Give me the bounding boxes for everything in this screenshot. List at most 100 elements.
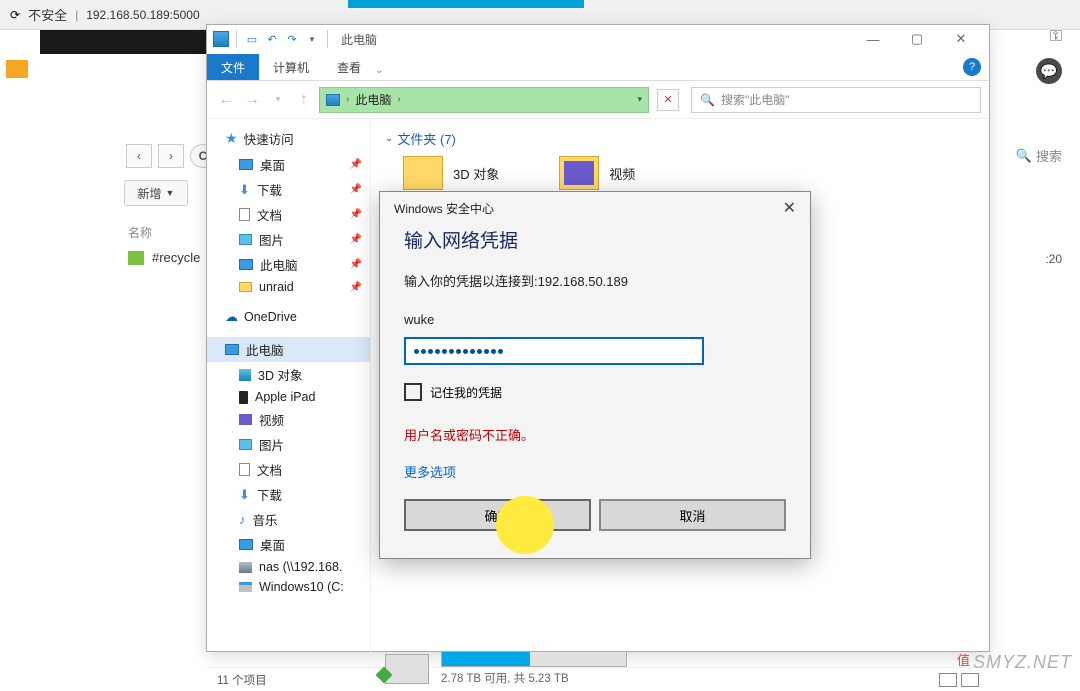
recycle-item[interactable]: #recycle: [128, 250, 200, 265]
sidebar-thispc-pin[interactable]: 此电脑📌: [207, 252, 370, 277]
sidebar-pictures-2[interactable]: 图片: [207, 432, 370, 457]
address-clear-button[interactable]: ✕: [657, 89, 679, 111]
sidebar-windows-c[interactable]: Windows10 (C:: [207, 577, 370, 597]
remember-label: 记住我的凭据: [430, 384, 502, 401]
drive-icon: [385, 654, 429, 684]
pictures-icon: [239, 439, 252, 450]
ribbon: 文件 计算机 查看 ⌄ ?: [207, 53, 989, 81]
explorer-search[interactable]: 🔍 搜索"此电脑": [691, 87, 981, 113]
sidebar-videos[interactable]: 视频: [207, 407, 370, 432]
network-drive-icon: [239, 562, 252, 573]
pin-icon: 📌: [350, 282, 362, 293]
pin-icon: 📌: [350, 259, 362, 270]
search-icon: 🔍: [700, 93, 715, 107]
qat-undo-icon[interactable]: ↶: [264, 31, 280, 47]
3d-icon: [239, 369, 251, 381]
view-details-icon[interactable]: [939, 673, 957, 687]
download-icon: ⬇: [239, 182, 250, 198]
window-title: 此电脑: [341, 31, 377, 48]
qat-redo-icon[interactable]: ↷: [284, 31, 300, 47]
nav-recent-icon[interactable]: ▾: [267, 89, 289, 111]
sidebar-desktop[interactable]: 桌面📌: [207, 152, 370, 177]
qat-props-icon[interactable]: ▭: [244, 31, 260, 47]
key-icon[interactable]: ⚿: [1050, 28, 1062, 46]
reload-icon[interactable]: ⟳: [10, 8, 20, 22]
pin-icon: 📌: [350, 184, 362, 195]
view-large-icon[interactable]: [961, 673, 979, 687]
new-button[interactable]: 新增▼: [124, 180, 188, 206]
ribbon-expand-icon[interactable]: ⌄: [375, 65, 383, 76]
sidebar-apple-ipad[interactable]: Apple iPad: [207, 387, 370, 407]
ipad-icon: [239, 391, 248, 404]
video-icon: [239, 414, 252, 425]
cloud-icon: ☁: [225, 309, 238, 325]
dialog-close-button[interactable]: ✕: [783, 198, 796, 218]
folder-videos[interactable]: 视频: [559, 156, 635, 190]
folder-icon[interactable]: [6, 60, 28, 78]
sidebar-documents[interactable]: 文档📌: [207, 202, 370, 227]
bg-search[interactable]: 🔍搜索: [1016, 146, 1062, 165]
addr-chevron-down-icon[interactable]: ▾: [637, 94, 642, 105]
sidebar-documents-2[interactable]: 文档: [207, 457, 370, 482]
drive-item[interactable]: 2.78 TB 可用, 共 5.23 TB: [385, 651, 627, 686]
search-icon: 🔍: [1016, 148, 1032, 164]
nav-back-icon[interactable]: ←: [215, 89, 237, 111]
title-bar[interactable]: ▭ ↶ ↷ ▼ 此电脑 — ▢ ✕: [207, 25, 989, 53]
sidebar-desktop-2[interactable]: 桌面: [207, 532, 370, 557]
password-dots: [414, 349, 503, 354]
folder-3d-objects[interactable]: 3D 对象: [403, 156, 499, 190]
ribbon-view-tab[interactable]: 查看: [323, 54, 375, 80]
star-icon: ★: [225, 130, 238, 147]
back-button[interactable]: ‹: [126, 144, 152, 168]
forward-button[interactable]: ›: [158, 144, 184, 168]
dialog-heading: 输入网络凭据: [404, 226, 786, 253]
qat-chevron-down-icon[interactable]: ▼: [304, 31, 320, 47]
time-fragment: :20: [1045, 252, 1062, 266]
checkbox-icon[interactable]: [404, 383, 422, 401]
cancel-button[interactable]: 取消: [599, 499, 786, 531]
browser-tab-active[interactable]: [348, 0, 584, 8]
ribbon-computer-tab[interactable]: 计算机: [259, 54, 323, 80]
chat-icon[interactable]: 💬: [1036, 58, 1062, 84]
column-name[interactable]: 名称: [128, 224, 152, 241]
sidebar-downloads[interactable]: ⬇下载📌: [207, 177, 370, 202]
pin-icon: 📌: [350, 234, 362, 245]
remember-checkbox-row[interactable]: 记住我的凭据: [404, 383, 786, 401]
nav-forward-icon[interactable]: →: [241, 89, 263, 111]
more-options-link[interactable]: 更多选项: [404, 462, 786, 481]
ribbon-file-tab[interactable]: 文件: [207, 54, 259, 80]
sidebar-pictures[interactable]: 图片📌: [207, 227, 370, 252]
dialog-title: Windows 安全中心: [394, 200, 494, 217]
address-bar[interactable]: › 此电脑 › ▾: [319, 87, 649, 113]
close-button[interactable]: ✕: [939, 25, 983, 53]
sidebar-music[interactable]: ♪音乐: [207, 507, 370, 532]
click-highlight: [496, 496, 554, 554]
username-value: wuke: [404, 312, 786, 327]
help-icon[interactable]: ?: [963, 58, 981, 76]
sidebar-unraid[interactable]: unraid📌: [207, 277, 370, 297]
document-icon: [239, 208, 250, 221]
sidebar-3d-objects[interactable]: 3D 对象: [207, 362, 370, 387]
dialog-subtitle: 输入你的凭据以连接到:192.168.50.189: [404, 271, 786, 290]
password-field[interactable]: [404, 337, 704, 365]
section-folders[interactable]: ⌄文件夹 (7): [385, 129, 975, 148]
sidebar-nas[interactable]: nas (\\192.168.: [207, 557, 370, 577]
nav-sidebar: ★快速访问 桌面📌 ⬇下载📌 文档📌 图片📌 此电脑📌 unraid📌 ☁One…: [207, 119, 371, 667]
dialog-titlebar[interactable]: Windows 安全中心 ✕: [380, 192, 810, 224]
chevron-down-icon: ⌄: [385, 133, 393, 144]
folder-icon: [403, 156, 443, 190]
sidebar-thispc-selected[interactable]: 此电脑: [207, 337, 370, 362]
sidebar-onedrive[interactable]: ☁OneDrive: [207, 305, 370, 329]
maximize-button[interactable]: ▢: [895, 25, 939, 53]
url-text[interactable]: 192.168.50.189:5000: [86, 8, 199, 22]
desktop-icon: [239, 159, 253, 170]
minimize-button[interactable]: —: [851, 25, 895, 53]
desktop-icon: [239, 539, 253, 550]
nav-up-icon[interactable]: ↑: [293, 89, 315, 111]
document-icon: [239, 463, 250, 476]
address-text: 此电脑: [355, 91, 391, 108]
nav-row: ← → ▾ ↑ › 此电脑 › ▾ ✕ 🔍 搜索"此电脑": [207, 81, 989, 119]
sidebar-quick-access[interactable]: ★快速访问: [207, 125, 370, 152]
sidebar-downloads-2[interactable]: ⬇下载: [207, 482, 370, 507]
watermark: SMYZ.NET: [973, 652, 1072, 673]
